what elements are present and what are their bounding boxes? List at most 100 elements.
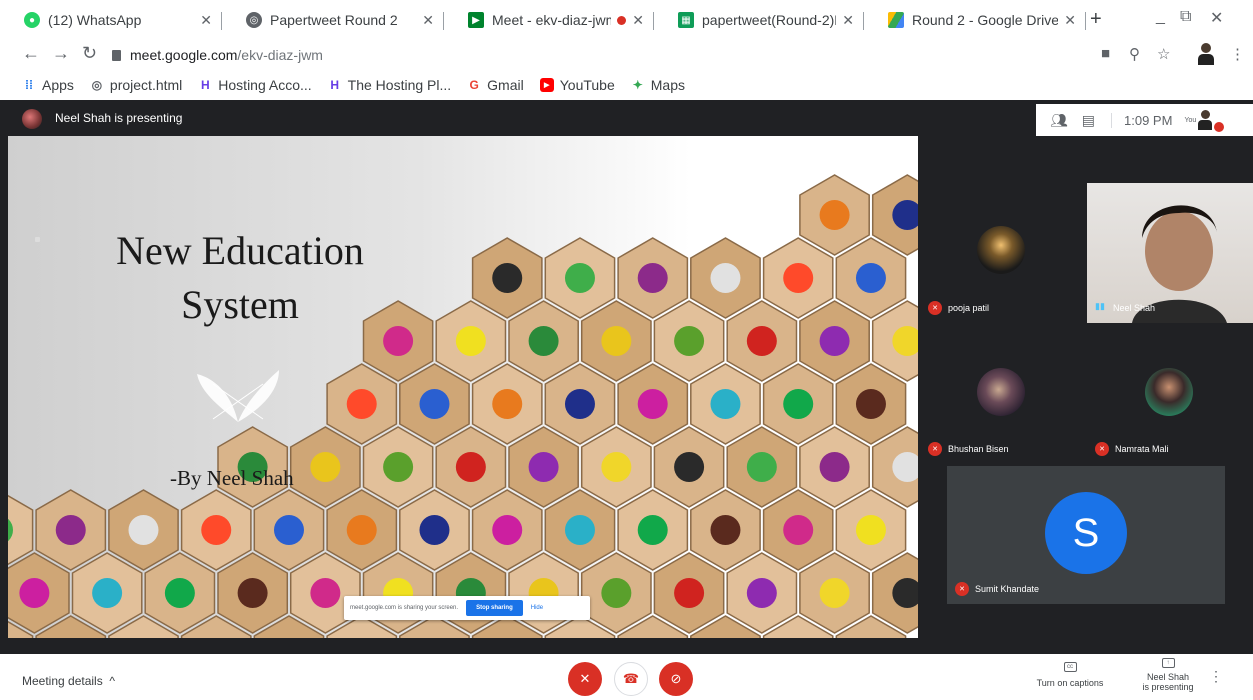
you-label: You	[1184, 116, 1197, 124]
zoom-icon[interactable]: ⚲	[1129, 45, 1140, 63]
pencil-lead-shape	[819, 326, 850, 356]
pencil-lead-shape	[855, 263, 886, 293]
back-icon[interactable]: ←	[22, 43, 40, 64]
close-icon[interactable]: ✕	[422, 12, 434, 29]
meeting-info-panel: 👥︎ ▤ 1:09 PM You	[1036, 104, 1253, 136]
browser-menu-icon[interactable]: ⋮	[1230, 45, 1245, 63]
whatsapp-icon: ●	[24, 12, 40, 28]
meet-icon: ▶	[468, 12, 484, 28]
close-window-icon[interactable]: ✕	[1210, 8, 1223, 28]
more-options-icon[interactable]: ⋮	[1209, 668, 1223, 685]
participant-tile-bhushan-bisen[interactable]: ✕ Bhushan Bisen	[920, 326, 1085, 464]
pencil-lead-shape	[819, 578, 850, 608]
pencil-lead-shape	[819, 200, 850, 230]
bookmark-hosting-account[interactable]: H Hosting Acco...	[198, 77, 312, 93]
pencil-lead-shape	[637, 515, 668, 545]
bookmark-label: Gmail	[487, 77, 524, 93]
pencil-lead-shape	[601, 578, 632, 608]
participant-name: Neel Shah	[1113, 303, 1156, 313]
participant-tile-neel-shah[interactable]: ▮▮ Neel Shah	[1087, 183, 1253, 323]
presenting-button[interactable]: ↑ Neel Shah is presenting	[1140, 658, 1196, 692]
chat-icon[interactable]: ▤	[1082, 112, 1095, 129]
close-icon[interactable]: ✕	[1064, 12, 1076, 29]
mic-off-icon: ✕	[955, 582, 969, 596]
pencil-lead-shape	[710, 263, 741, 293]
pencil-lead-shape	[310, 452, 341, 482]
address-bar[interactable]: meet.google.com/ekv-diaz-jwm	[112, 42, 1072, 68]
pencil-lead-shape	[237, 578, 268, 608]
close-icon[interactable]: ✕	[632, 12, 644, 29]
tab-title: (12) WhatsApp	[48, 12, 142, 28]
mic-toggle-button[interactable]: ✕	[568, 662, 602, 696]
camera-toggle-button[interactable]: ⊘	[659, 662, 693, 696]
mic-off-icon: ✕	[928, 442, 942, 456]
close-icon[interactable]: ✕	[200, 12, 212, 29]
participant-tile-namrata-mali[interactable]: ✕ Namrata Mali	[1087, 326, 1253, 464]
people-icon[interactable]: 👥︎	[1050, 112, 1068, 129]
new-tab-button[interactable]: +	[1090, 8, 1102, 31]
tab-drive[interactable]: Round 2 - Google Drive ✕	[864, 0, 1086, 40]
leave-call-button[interactable]: ☎	[614, 662, 648, 696]
pencil-lead-shape	[383, 452, 414, 482]
tab-whatsapp[interactable]: ● (12) WhatsApp ✕	[0, 0, 222, 40]
share-notice-text: meet.google.com is sharing your screen.	[350, 605, 459, 611]
pencil-lead-shape	[746, 326, 777, 356]
pencils-background-image	[8, 174, 918, 638]
pencil-lead-shape	[492, 389, 523, 419]
pencil-lead-shape	[783, 389, 814, 419]
tab-meet[interactable]: ▶ Meet - ekv-diaz-jwm ✕	[444, 0, 654, 40]
bookmark-apps[interactable]: ⁞⁞ Apps	[22, 77, 74, 93]
participant-tile-pooja-patil[interactable]: ✕ pooja patil	[920, 183, 1085, 323]
pointer-icon	[35, 237, 40, 242]
close-icon[interactable]: ✕	[842, 12, 854, 29]
camera-icon[interactable]: ■	[1101, 45, 1110, 62]
forward-icon[interactable]: →	[52, 43, 70, 64]
reload-icon[interactable]: ↻	[82, 43, 97, 64]
participant-name: Namrata Mali	[1115, 444, 1169, 454]
slide-title: New Education System	[70, 224, 410, 332]
pencil-lead-shape	[564, 515, 595, 545]
pencil-lead-shape	[855, 389, 886, 419]
pencil-lead-shape	[455, 326, 486, 356]
profile-avatar[interactable]	[1198, 43, 1214, 65]
stop-sharing-button[interactable]: Stop sharing	[466, 600, 523, 616]
pencil-lead-shape	[674, 578, 705, 608]
bookmark-project[interactable]: ◎ project.html	[90, 77, 183, 93]
hide-notice-button[interactable]: Hide	[531, 605, 543, 611]
self-avatar[interactable]	[1198, 110, 1213, 130]
minimize-icon[interactable]: _	[1156, 8, 1165, 26]
bookmark-label: YouTube	[559, 77, 615, 93]
bookmark-gmail[interactable]: G Gmail	[467, 77, 524, 93]
presenter-banner-text: Neel Shah is presenting	[55, 111, 183, 125]
bookmark-label: Hosting Acco...	[218, 77, 312, 93]
tab-title: papertweet(Round-2)N	[702, 12, 837, 28]
presenter-avatar	[22, 109, 42, 129]
globe-icon: ◎	[246, 12, 262, 28]
pencil-lead-shape	[201, 515, 232, 545]
captions-button[interactable]: cc Turn on captions	[1030, 662, 1110, 688]
participant-avatar	[977, 226, 1025, 274]
presenting-label-line-2: is presenting	[1142, 682, 1194, 692]
pencil-lead-shape	[601, 452, 632, 482]
tab-title: Papertweet Round 2	[270, 12, 398, 28]
bookmark-hosting-platform[interactable]: H The Hosting Pl...	[328, 77, 451, 93]
bookmark-youtube[interactable]: ▶ YouTube	[539, 77, 615, 93]
bookmark-maps[interactable]: ✦ Maps	[631, 77, 685, 93]
participant-tile-sumit-khandate[interactable]: S ✕ Sumit Khandate	[947, 466, 1225, 604]
meeting-details-button[interactable]: Meeting details ^	[22, 674, 115, 688]
camera-off-icon: ⊘	[670, 671, 682, 686]
pencil-lead-shape	[19, 578, 50, 608]
tab-papertweet[interactable]: ◎ Papertweet Round 2 ✕	[222, 0, 444, 40]
bookmark-label: project.html	[109, 77, 183, 93]
pencil-lead-shape	[564, 389, 595, 419]
restore-icon[interactable]: ⧉	[1180, 8, 1191, 26]
bookmark-label: Apps	[42, 77, 74, 93]
pencil-lead-shape	[419, 515, 450, 545]
mic-off-icon: ✕	[1095, 442, 1109, 456]
mic-off-icon: ✕	[579, 671, 591, 686]
tab-sheets[interactable]: ▦ papertweet(Round-2)N ✕	[654, 0, 864, 40]
pencil-lead-shape	[783, 263, 814, 293]
bookmark-label: Maps	[650, 77, 685, 93]
bookmarks-bar: ⁞⁞ Apps ◎ project.html H Hosting Acco...…	[0, 70, 1253, 100]
bookmark-star-icon[interactable]: ☆	[1157, 45, 1170, 63]
